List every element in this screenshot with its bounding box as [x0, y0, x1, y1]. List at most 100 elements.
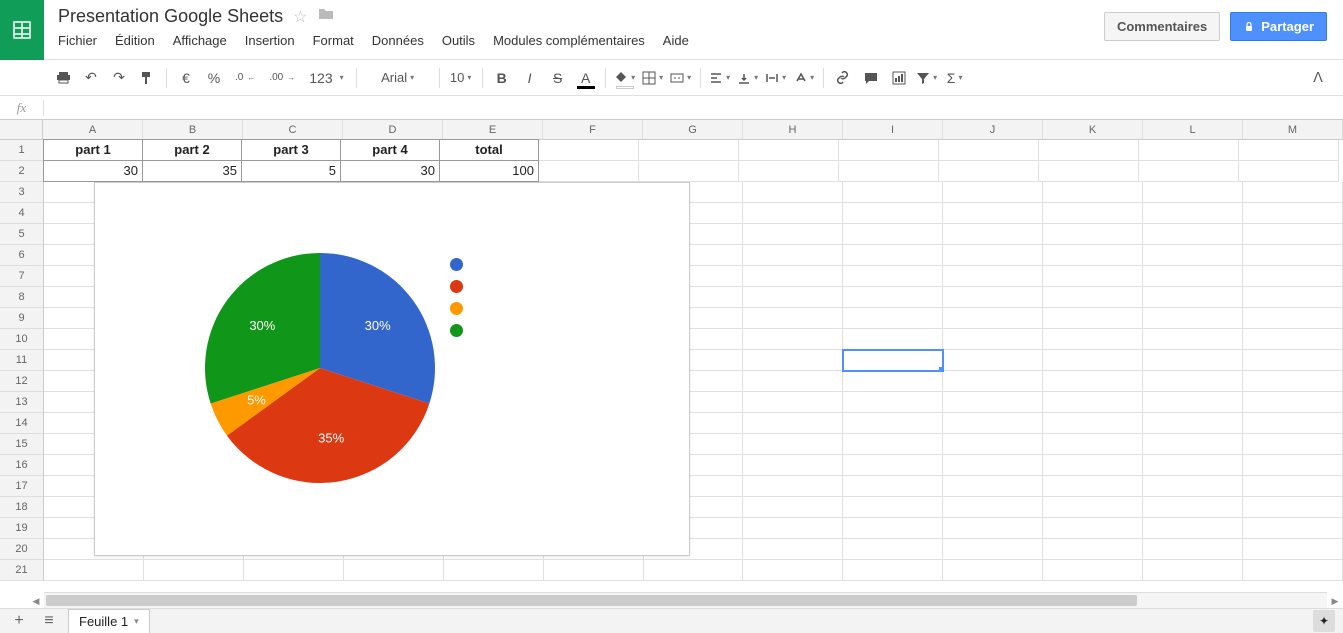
cell[interactable] [1143, 497, 1243, 518]
column-header[interactable]: D [343, 120, 443, 139]
cell[interactable] [843, 413, 943, 434]
font-family-select[interactable]: Arial [363, 65, 433, 91]
cell[interactable] [1143, 308, 1243, 329]
insert-chart-button[interactable] [886, 65, 912, 91]
scroll-left-icon[interactable]: ◀ [28, 593, 44, 609]
cell[interactable] [1243, 203, 1343, 224]
cell[interactable] [1143, 371, 1243, 392]
cell[interactable] [1043, 455, 1143, 476]
sheet-tab[interactable]: Feuille 1 ▾ [68, 609, 150, 633]
cell[interactable] [1243, 413, 1343, 434]
column-header[interactable]: E [443, 120, 543, 139]
row-header[interactable]: 6 [0, 245, 43, 266]
cell[interactable]: 30 [340, 160, 440, 182]
cell[interactable] [843, 329, 943, 350]
row-header[interactable]: 12 [0, 371, 43, 392]
cell[interactable] [639, 140, 739, 161]
row-header[interactable]: 4 [0, 203, 43, 224]
filter-button[interactable] [914, 65, 940, 91]
cell[interactable] [44, 560, 144, 581]
cell[interactable] [943, 539, 1043, 560]
column-header[interactable]: C [243, 120, 343, 139]
cell[interactable] [1043, 518, 1143, 539]
cell[interactable] [943, 497, 1043, 518]
cell[interactable] [1143, 203, 1243, 224]
cell[interactable] [743, 224, 843, 245]
cell[interactable] [1243, 455, 1343, 476]
cell[interactable] [943, 203, 1043, 224]
cell[interactable] [1143, 434, 1243, 455]
cell[interactable] [743, 560, 843, 581]
cell[interactable] [1239, 161, 1339, 182]
menu-modules[interactable]: Modules complémentaires [493, 33, 645, 48]
cell[interactable] [843, 560, 943, 581]
cell[interactable] [743, 350, 843, 371]
cell[interactable] [1039, 161, 1139, 182]
cell[interactable] [743, 476, 843, 497]
cell[interactable]: 5 [241, 160, 341, 182]
cell[interactable] [743, 518, 843, 539]
menu-insertion[interactable]: Insertion [245, 33, 295, 48]
paint-format-icon[interactable] [134, 65, 160, 91]
cell[interactable] [1043, 560, 1143, 581]
all-sheets-button[interactable]: ≡ [38, 610, 60, 632]
font-size-select[interactable]: 10 [446, 65, 476, 91]
cell[interactable] [1043, 350, 1143, 371]
italic-button[interactable]: I [517, 65, 543, 91]
cell[interactable] [1243, 392, 1343, 413]
row-header[interactable]: 14 [0, 413, 43, 434]
sheet-tab-dropdown-icon[interactable]: ▾ [134, 616, 139, 627]
cell[interactable]: 30 [43, 160, 143, 182]
cell[interactable] [1139, 161, 1239, 182]
cell[interactable] [1243, 266, 1343, 287]
insert-link-button[interactable] [830, 65, 856, 91]
cell[interactable]: part 1 [43, 139, 143, 161]
row-header[interactable]: 7 [0, 266, 43, 287]
cell[interactable] [1239, 140, 1339, 161]
cell[interactable]: part 3 [241, 139, 341, 161]
cell[interactable] [1043, 392, 1143, 413]
cell[interactable] [1243, 182, 1343, 203]
borders-button[interactable] [640, 65, 666, 91]
cell[interactable] [943, 476, 1043, 497]
cell[interactable] [1143, 392, 1243, 413]
cell[interactable] [1243, 497, 1343, 518]
bold-button[interactable]: B [489, 65, 515, 91]
row-header[interactable]: 13 [0, 392, 43, 413]
cell[interactable] [1043, 203, 1143, 224]
menu-donnees[interactable]: Données [372, 33, 424, 48]
cell[interactable] [539, 161, 639, 182]
cell[interactable]: part 4 [340, 139, 440, 161]
cell[interactable] [943, 329, 1043, 350]
cell[interactable] [843, 392, 943, 413]
cell[interactable] [843, 182, 943, 203]
cell[interactable] [843, 434, 943, 455]
cell[interactable] [544, 560, 644, 581]
cell[interactable] [743, 413, 843, 434]
cell[interactable] [644, 560, 744, 581]
row-header[interactable]: 3 [0, 182, 43, 203]
cell[interactable] [943, 308, 1043, 329]
text-wrap-button[interactable] [763, 65, 789, 91]
cell[interactable] [743, 497, 843, 518]
cell[interactable] [943, 245, 1043, 266]
row-header[interactable]: 16 [0, 455, 43, 476]
cell[interactable] [144, 560, 244, 581]
cell[interactable] [1043, 371, 1143, 392]
cell[interactable] [739, 140, 839, 161]
redo-icon[interactable]: ↷ [106, 65, 132, 91]
row-header[interactable]: 11 [0, 350, 43, 371]
cell[interactable] [843, 224, 943, 245]
cell[interactable] [1143, 224, 1243, 245]
cell[interactable] [539, 140, 639, 161]
column-header[interactable]: H [743, 120, 843, 139]
column-header[interactable]: F [543, 120, 643, 139]
cell[interactable] [1143, 329, 1243, 350]
row-header[interactable]: 21 [0, 560, 43, 581]
cell[interactable] [843, 539, 943, 560]
horizontal-align-button[interactable] [707, 65, 733, 91]
column-header[interactable]: I [843, 120, 943, 139]
cell[interactable] [1043, 413, 1143, 434]
cell[interactable] [1143, 455, 1243, 476]
cell[interactable] [1043, 329, 1143, 350]
